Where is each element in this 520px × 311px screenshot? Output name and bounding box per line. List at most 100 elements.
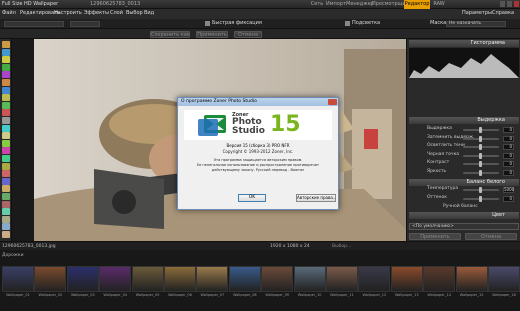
menu-item-5[interactable]: Выбор [126,9,143,18]
exposure-section[interactable]: Выдержка [409,117,519,124]
save-as-button[interactable]: Сохранить как... [150,31,190,38]
tab-2[interactable]: Менеджер [346,0,374,9]
thumbnail[interactable] [423,266,456,292]
apply-button[interactable]: Применить [196,31,228,38]
tool-icon-23[interactable] [2,215,10,223]
slider-knob[interactable] [479,161,482,167]
adjust-value[interactable]: 0 [503,127,514,133]
menu-item-6[interactable]: Вид [144,9,154,18]
slider-knob[interactable] [479,127,482,133]
menu-options[interactable]: Параметры [462,9,492,18]
thumbnail[interactable] [488,266,520,292]
adjust-slider[interactable] [463,135,499,142]
adjust-value[interactable]: 0 [503,195,514,202]
adjust-slider[interactable] [463,161,499,167]
adjust-slider[interactable] [463,169,499,176]
slider-knob[interactable] [479,152,482,159]
tool-dropdown[interactable] [70,21,100,27]
tool-icon-9[interactable] [2,109,10,117]
preset-dropdown[interactable]: <По умолчанию> [409,223,519,230]
minimize-icon[interactable] [500,1,505,7]
maximize-icon[interactable] [507,1,512,7]
tool-icon-0[interactable] [2,41,10,48]
white-balance-section[interactable]: Баланс белого [409,179,519,186]
slider-knob[interactable] [479,169,482,176]
thumbnail[interactable] [164,266,196,292]
tool-icon-24[interactable] [2,223,10,231]
tool-icon-13[interactable] [2,139,10,147]
quick-fix-checkbox[interactable] [205,21,210,26]
thumbnail[interactable] [293,266,326,292]
color-section[interactable]: Цвет [409,212,519,219]
thumbnail[interactable] [228,266,261,292]
tool-icon-14[interactable] [2,147,10,155]
tool-icon-15[interactable] [2,155,10,162]
tool-icon-11[interactable] [2,124,10,132]
dialog-close-icon[interactable] [328,99,337,105]
manual-balance-label[interactable]: Ручной баланс [443,204,478,210]
slider-knob[interactable] [479,195,482,202]
panel-cancel-button[interactable]: Отмена [465,233,517,240]
tool-icon-12[interactable] [2,132,10,140]
menu-item-4[interactable]: Слой [110,9,123,18]
tool-icon-16[interactable] [2,162,10,170]
adjust-slider[interactable] [463,144,499,150]
tool-icon-25[interactable] [2,231,10,238]
histogram-header[interactable]: Гистограмма [409,40,519,47]
thumbnail[interactable] [2,266,34,292]
thumbnail[interactable] [358,266,391,292]
tool-icon-6[interactable] [2,86,10,94]
zoom-dropdown[interactable] [4,21,64,27]
menu-item-3[interactable]: Эффекты [84,9,109,18]
tab-5[interactable]: RAW [432,0,446,9]
highlight-checkbox[interactable] [345,21,350,26]
tool-icon-10[interactable] [2,117,10,124]
thumbnail[interactable] [196,266,229,292]
adjust-slider[interactable] [463,187,499,193]
adjust-value[interactable]: 0 [503,152,514,159]
tool-icon-20[interactable] [2,193,10,200]
image-viewer[interactable]: О программе Zoner Photo Studio Zoner Pho… [34,39,406,241]
thumbnail[interactable] [34,266,67,292]
slider-knob[interactable] [479,135,482,142]
tab-0[interactable]: Сеть [310,0,324,9]
tool-icon-7[interactable] [2,94,10,102]
tool-icon-2[interactable] [2,56,10,64]
adjust-slider[interactable] [463,127,499,133]
tab-4[interactable]: Редактор [404,0,430,9]
tool-icon-4[interactable] [2,71,10,79]
adjust-value[interactable]: 0 [503,169,514,176]
tool-icon-22[interactable] [2,208,10,216]
mask-dropdown[interactable]: Не назначать [446,21,506,27]
thumbnail[interactable] [455,266,488,292]
tool-icon-1[interactable] [2,48,10,56]
adjust-value[interactable]: 0 [503,135,514,142]
menu-help[interactable]: Справка [492,9,514,18]
thumbnail[interactable] [390,266,423,292]
adjust-slider[interactable] [463,152,499,159]
ok-button[interactable]: OK [238,194,266,202]
adjust-value[interactable]: 0 [503,161,514,167]
slider-knob[interactable] [479,187,482,193]
tool-icon-17[interactable] [2,170,10,178]
tool-icon-3[interactable] [2,63,10,71]
thumbnail[interactable] [99,266,132,292]
panel-apply-button[interactable]: Применить [409,233,461,240]
thumbnail[interactable] [261,266,294,292]
thumbnail[interactable] [66,266,99,292]
thumbnail[interactable] [326,266,358,292]
tool-icon-5[interactable] [2,79,10,86]
tool-icon-21[interactable] [2,200,10,208]
rights-button[interactable]: Авторские права... [296,194,336,202]
adjust-slider[interactable] [463,195,499,202]
cancel-button[interactable]: Отмена [234,31,262,38]
tool-icon-19[interactable] [2,185,10,193]
close-icon[interactable] [514,1,519,7]
adjust-value[interactable]: 5000 [503,187,514,193]
tab-3[interactable]: Просмотрщик [372,0,409,9]
tool-icon-18[interactable] [2,177,10,185]
slider-knob[interactable] [479,144,482,150]
menu-item-0[interactable]: Файл [2,9,16,18]
tool-icon-8[interactable] [2,101,10,109]
tab-1[interactable]: Импорт [326,0,346,9]
